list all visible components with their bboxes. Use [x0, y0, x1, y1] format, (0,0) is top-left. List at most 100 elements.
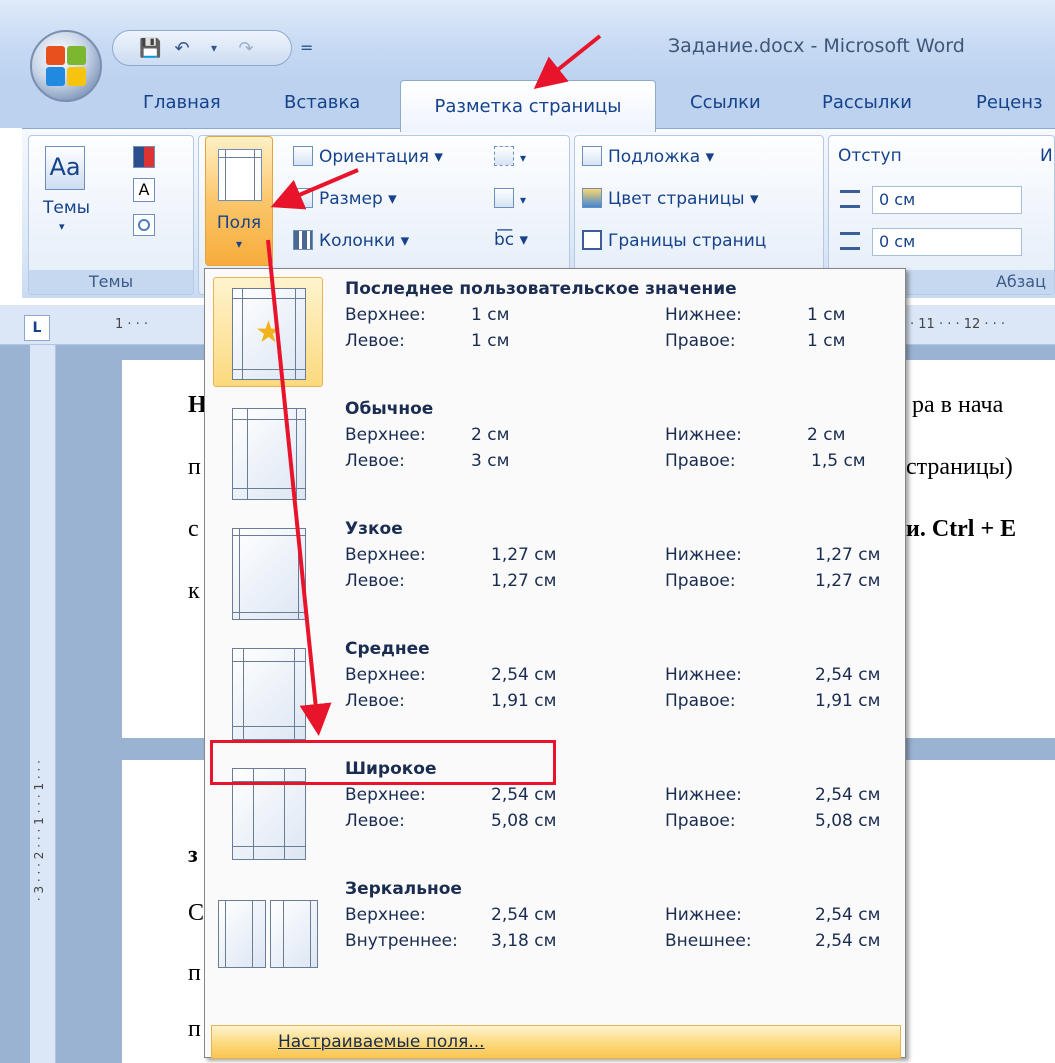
doc-line: ра в нача — [912, 392, 1004, 418]
undo-icon[interactable]: ↶ — [171, 38, 193, 59]
right-label: Правое: — [665, 331, 736, 351]
right-label: Правое: — [665, 571, 736, 591]
margins-button-label: Поля — [216, 213, 262, 233]
watermark-button[interactable]: Подложка ▾ — [582, 146, 714, 167]
window-title: Задание.docx - Microsoft Word — [668, 35, 965, 57]
theme-fonts-icon[interactable]: A — [133, 178, 155, 202]
doc-line: с — [188, 516, 199, 542]
size-label: Размер ▾ — [319, 189, 397, 209]
right-label: Правое: — [665, 811, 736, 831]
indent-right-input[interactable]: 0 см — [872, 228, 1022, 256]
vertical-ruler[interactable] — [30, 345, 56, 1063]
bottom-label: Нижнее: — [665, 425, 742, 445]
bottom-label: Нижнее: — [665, 785, 742, 805]
line-numbers-button[interactable]: ▾ — [494, 188, 526, 209]
margins-dropdown-menu: ★ Последнее пользовательское значение Ве… — [204, 268, 906, 1059]
tab-review[interactable]: Реценз — [976, 92, 1043, 113]
right-value: 1,5 см — [811, 451, 866, 471]
doc-line: п — [188, 960, 201, 986]
bottom-value: 1 см — [807, 305, 846, 325]
tab-insert[interactable]: Вставка — [284, 92, 360, 113]
right-label: Правое: — [665, 451, 736, 471]
margin-preset-thumbnail — [213, 517, 323, 627]
customize-qat-icon[interactable]: = — [300, 38, 313, 57]
top-label: Верхнее: — [345, 905, 426, 925]
tab-references[interactable]: Ссылки — [690, 92, 761, 113]
margins-page-icon — [218, 149, 262, 201]
themes-dropdown-icon[interactable]: ▾ — [59, 220, 65, 233]
undo-dropdown-icon[interactable]: ▾ — [203, 41, 225, 55]
inside-value: 3,18 см — [491, 931, 557, 951]
left-label: Левое: — [345, 811, 405, 831]
ruler-marks-right: · 11 · · · 12 · · · — [910, 317, 1006, 332]
custom-margins-label: Настраиваемые поля... — [278, 1032, 485, 1052]
bottom-value: 1,27 см — [815, 545, 881, 565]
themes-icon[interactable]: Aa — [45, 146, 85, 190]
margin-preset-title: Обычное — [345, 399, 434, 419]
margin-preset-last-custom[interactable]: ★ Последнее пользовательское значение Ве… — [209, 273, 901, 391]
line-numbers-dropdown-icon: ▾ — [520, 193, 527, 207]
left-value: 3 см — [471, 451, 510, 471]
columns-icon — [293, 230, 313, 250]
margin-preset-narrow[interactable]: Узкое Верхнее: 1,27 см Нижнее: 1,27 см Лево… — [209, 513, 901, 631]
watermark-label: Подложка ▾ — [608, 147, 715, 167]
right-value: 1,91 см — [815, 691, 881, 711]
quick-access-toolbar: 💾 ↶ ▾ ↷ — [112, 30, 292, 66]
bottom-label: Нижнее: — [665, 305, 742, 325]
office-button[interactable] — [30, 30, 102, 102]
size-button[interactable]: Размер ▾ — [293, 188, 397, 209]
bottom-value: 2,54 см — [815, 905, 881, 925]
columns-button[interactable]: Колонки ▾ — [293, 230, 409, 251]
redo-icon[interactable]: ↷ — [235, 38, 257, 59]
margin-preset-thumbnail — [213, 637, 323, 747]
vertical-ruler-marks: · 3 · · · 2 · · · 1 · · · 1 · · · — [32, 760, 46, 902]
custom-margins-item[interactable]: Настраиваемые поля... — [211, 1025, 901, 1059]
indent-left-input[interactable]: 0 см — [872, 186, 1022, 214]
top-value: 2,54 см — [491, 785, 557, 805]
top-label: Верхнее: — [345, 665, 426, 685]
margin-preset-thumbnail: ★ — [213, 277, 323, 387]
star-icon: ★ — [255, 315, 282, 350]
tab-mailings[interactable]: Рассылки — [822, 92, 912, 113]
doc-line: страницы) — [906, 454, 1013, 480]
outside-label: Внешнее: — [665, 931, 752, 951]
left-label: Левое: — [345, 331, 405, 351]
margin-preset-moderate[interactable]: Среднее Верхнее: 2,54 см Нижнее: 2,54 см Ле… — [209, 633, 901, 751]
margin-preset-title: Зеркальное — [345, 879, 462, 899]
page-color-button[interactable]: Цвет страницы ▾ — [582, 188, 759, 209]
margin-preset-normal[interactable]: Обычное Верхнее: 2 см Нижнее: 2 см Левое: 3 … — [209, 393, 901, 511]
breaks-icon — [494, 146, 514, 166]
bottom-label: Нижнее: — [665, 905, 742, 925]
right-value: 1 см — [807, 331, 846, 351]
themes-button-label[interactable]: Темы — [43, 198, 90, 218]
margins-button[interactable]: Поля ▾ — [205, 136, 273, 266]
margin-preset-title: Последнее пользовательское значение — [345, 279, 737, 299]
tab-selector-icon[interactable]: L — [24, 315, 50, 341]
tab-home[interactable]: Главная — [143, 92, 221, 113]
breaks-button[interactable]: ▾ — [494, 146, 526, 167]
orientation-button[interactable]: Ориентация ▾ — [293, 146, 443, 167]
right-value: 1,27 см — [815, 571, 881, 591]
page-color-label: Цвет страницы ▾ — [608, 189, 759, 209]
page-borders-label: Границы страниц — [608, 231, 767, 251]
indent-right-icon — [840, 232, 860, 250]
margin-preset-thumbnail — [213, 397, 323, 507]
margin-preset-wide[interactable]: Широкое Верхнее: 2,54 см Нижнее: 2,54 см Ле… — [209, 753, 901, 871]
save-icon[interactable]: 💾 — [139, 38, 161, 59]
theme-colors-icon[interactable] — [133, 146, 155, 168]
indent-label: Отступ — [838, 146, 902, 166]
orientation-icon — [293, 146, 313, 166]
page-borders-icon — [582, 230, 602, 250]
themes-group: Aa Темы ▾ A Темы — [28, 135, 194, 295]
themes-group-label: Темы — [29, 270, 193, 294]
outside-value: 2,54 см — [815, 931, 881, 951]
tab-page-layout[interactable]: Разметка страницы — [400, 80, 656, 132]
office-logo-icon — [46, 46, 86, 86]
top-label: Верхнее: — [345, 425, 426, 445]
margin-preset-mirrored[interactable]: Зеркальное Верхнее: 2,54 см Нижнее: 2,54 см… — [209, 873, 901, 991]
page-borders-button[interactable]: Границы страниц — [582, 230, 766, 251]
hyphenation-button[interactable]: b͞c ▾ — [494, 230, 528, 250]
theme-effects-icon[interactable] — [133, 214, 155, 236]
top-value: 1,27 см — [491, 545, 557, 565]
left-value: 1,27 см — [491, 571, 557, 591]
